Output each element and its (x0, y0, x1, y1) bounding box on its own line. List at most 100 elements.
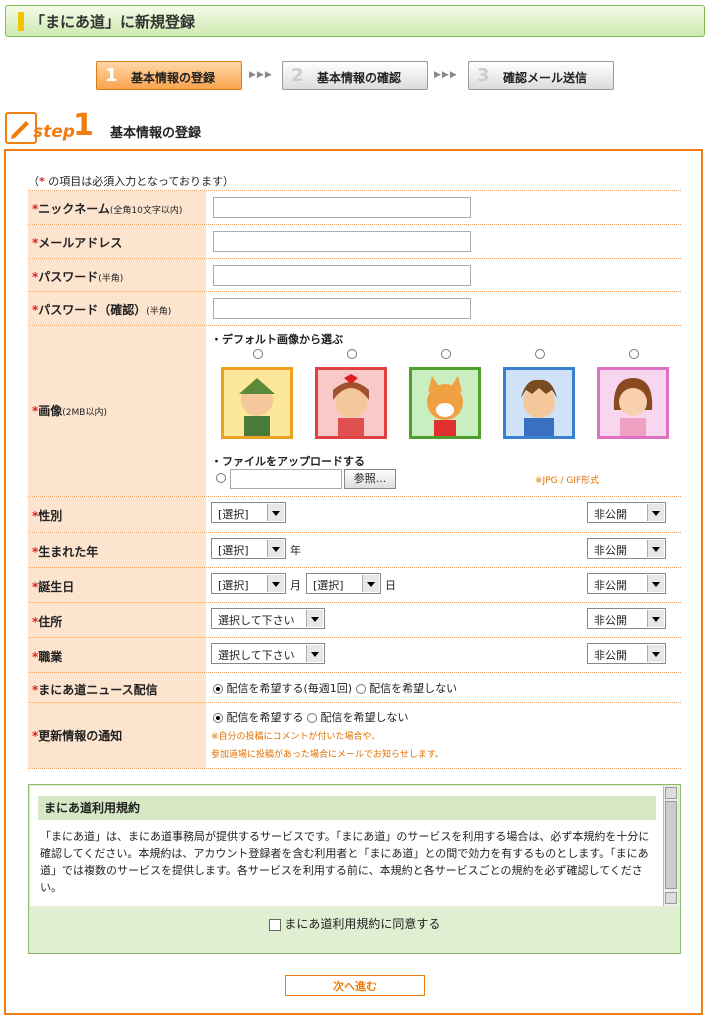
section-title: 基本情報の登録 (110, 126, 202, 141)
step-arrow: ▶▶▶ (434, 70, 458, 80)
address-value: 選択して下さい (218, 614, 295, 627)
newsletter-options: 配信を希望する(毎週1回) 配信を希望しない (213, 680, 457, 696)
avatar-image-4[interactable] (503, 367, 575, 439)
chevron-down-icon (306, 610, 323, 627)
nickname-input[interactable] (213, 197, 471, 218)
birth-year-visibility-value: 非公開 (594, 544, 627, 557)
label-email: メールアドレス (38, 236, 123, 250)
job-visibility-select[interactable]: 非公開 (587, 643, 666, 664)
chevron-down-icon (362, 575, 379, 592)
label-nickname-sub: (全角10文字以内) (109, 206, 183, 216)
birth-month-select[interactable]: [選択] (211, 573, 286, 594)
step-1-num: 1 (105, 65, 118, 86)
birth-year-visibility-select[interactable]: 非公開 (587, 538, 666, 559)
avatar-radio-2[interactable] (347, 349, 357, 359)
terms-agree: まにあ道利用規約に同意する (29, 915, 680, 932)
step-2-label: 基本情報の確認 (317, 71, 402, 85)
avatar-radio-4[interactable] (535, 349, 545, 359)
row-password: *パスワード(半角) (28, 258, 681, 292)
newsletter-yes-radio[interactable] (213, 684, 223, 694)
birth-year-select[interactable]: [選択] (211, 538, 286, 559)
address-visibility-select[interactable]: 非公開 (587, 608, 666, 629)
label-address: 住所 (38, 615, 63, 629)
chevron-down-icon (647, 575, 664, 592)
terms-agree-label[interactable]: まにあ道利用規約に同意する (284, 917, 440, 931)
label-newsletter: まにあ道ニュース配信 (38, 683, 158, 697)
birth-day-value: [選択] (313, 579, 344, 592)
scroll-up-icon[interactable] (665, 787, 677, 799)
row-password-confirm: *パスワード（確認）(半角) (28, 291, 681, 325)
terms-title: まにあ道利用規約 (38, 796, 656, 820)
required-note: （* の項目は必須入力となっております） (28, 173, 234, 189)
upload-radio[interactable] (216, 473, 226, 483)
step-3: 3 確認メール送信 (468, 61, 614, 90)
password-confirm-input[interactable] (213, 298, 471, 319)
label-nickname: ニックネーム (38, 202, 110, 216)
image-format-note: ※JPG / GIF形式 (535, 476, 600, 486)
birth-month-value: [選択] (218, 579, 249, 592)
label-image: 画像 (38, 404, 63, 418)
birth-day-unit: 日 (385, 579, 396, 592)
step-arrow: ▶▶▶ (249, 70, 273, 80)
row-birth-year: *生まれた年 (28, 532, 681, 568)
step-word: step (33, 122, 75, 142)
terms-scroll-area[interactable]: まにあ道利用規約 「まにあ道」は、まにあ道事務局が提供するサービスです。「まにあ… (30, 786, 666, 906)
avatar-image-3[interactable] (409, 367, 481, 439)
upload-image-heading: ・ファイルをアップロードする (211, 455, 365, 468)
label-birthday: 誕生日 (38, 580, 75, 594)
row-job: *職業 (28, 637, 681, 673)
password-input[interactable] (213, 265, 471, 286)
update-yes-radio[interactable] (213, 713, 223, 723)
job-select[interactable]: 選択して下さい (211, 643, 325, 664)
next-button[interactable]: 次へ進む (285, 975, 425, 996)
avatar-radio-1[interactable] (253, 349, 263, 359)
required-note-text: の項目は必須入力となっております） (44, 175, 235, 188)
newsletter-no-radio[interactable] (355, 684, 366, 694)
step-1: 1 基本情報の登録 (96, 61, 242, 90)
address-select[interactable]: 選択して下さい (211, 608, 325, 629)
label-birth-year: 生まれた年 (38, 545, 99, 559)
step-2: 2 基本情報の確認 (282, 61, 428, 90)
label-update-notice: 更新情報の通知 (38, 729, 123, 743)
label-gender: 性別 (38, 509, 63, 523)
gender-select[interactable]: [選択] (211, 502, 286, 523)
required-note-open: （ (28, 175, 39, 188)
chevron-down-icon (647, 610, 664, 627)
file-path-input[interactable] (230, 469, 342, 489)
avatar-radio-3[interactable] (441, 349, 451, 359)
terms-box: まにあ道利用規約 「まにあ道」は、まにあ道事務局が提供するサービスです。「まにあ… (28, 784, 681, 954)
chevron-down-icon (267, 575, 284, 592)
update-yes-label: 配信を希望する (226, 711, 304, 724)
avatar-radio-5[interactable] (629, 349, 639, 359)
label-image-sub: (2MB以内) (62, 408, 107, 418)
update-note-2: 参加道場に投稿があった場合にメールでお知らせします。 (211, 750, 444, 760)
avatar-image-1[interactable] (221, 367, 293, 439)
step-2-num: 2 (291, 65, 304, 86)
chevron-down-icon (647, 504, 664, 521)
birth-month-unit: 月 (290, 579, 301, 592)
scroll-thumb[interactable] (665, 801, 677, 889)
chevron-down-icon (306, 645, 323, 662)
birthday-visibility-select[interactable]: 非公開 (587, 573, 666, 594)
browse-button[interactable]: 参照... (344, 469, 396, 489)
birth-year-unit: 年 (290, 544, 301, 557)
update-notice-options: 配信を希望する 配信を希望しない (213, 709, 409, 725)
step-number: 1 (73, 108, 94, 143)
label-password-sub: (半角) (98, 274, 124, 284)
chevron-down-icon (647, 540, 664, 557)
gender-value: [選択] (218, 508, 249, 521)
avatar-image-2[interactable] (315, 367, 387, 439)
default-image-heading: ・デフォルト画像から選ぶ (211, 333, 343, 346)
email-input[interactable] (213, 231, 471, 252)
terms-body: 「まにあ道」は、まにあ道事務局が提供するサービスです。「まにあ道」のサービスを利… (40, 830, 650, 894)
label-password-confirm-sub: (半角) (146, 307, 172, 317)
gender-visibility-select[interactable]: 非公開 (587, 502, 666, 523)
page-header: 「まにあ道」に新規登録 (5, 5, 705, 37)
scroll-down-icon[interactable] (665, 892, 677, 904)
terms-scrollbar[interactable] (663, 786, 678, 906)
avatar-image-5[interactable] (597, 367, 669, 439)
birth-day-select[interactable]: [選択] (306, 573, 381, 594)
update-no-radio[interactable] (307, 713, 317, 723)
birthday-visibility-value: 非公開 (594, 579, 627, 592)
terms-agree-checkbox[interactable] (268, 918, 281, 931)
